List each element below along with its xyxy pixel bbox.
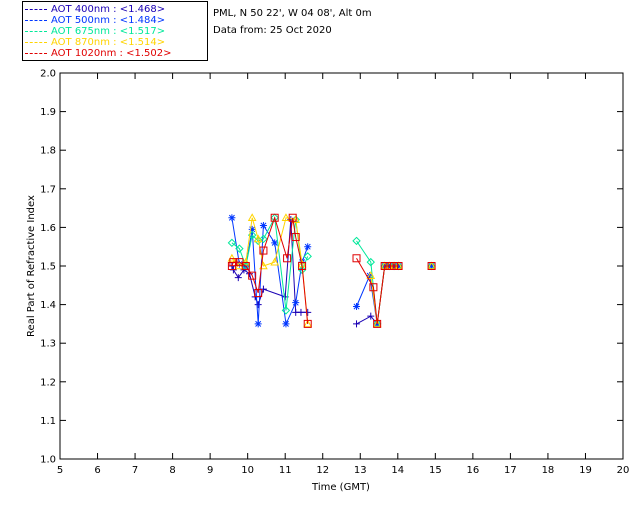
refractive-index-chart: 5 6 7 8 9 10 11 12 13 14 15 16 17 18 19 20 1.0 1.1 1.2 1.3… — [26, 69, 630, 494]
legend-label-870nm: AOT 870nm : <1.514> — [51, 37, 166, 48]
legend-line-675nm — [25, 30, 47, 32]
asterisk-marker — [254, 320, 262, 328]
x-tick-label: 14 — [391, 465, 404, 476]
legend: AOT 400nm : <1.468> AOT 500nm : <1.484> … — [22, 1, 208, 61]
series-line — [232, 218, 432, 324]
plus-marker — [234, 274, 242, 282]
x-tick-label: 13 — [354, 465, 367, 476]
x-tick-labels: 5 6 7 8 9 10 11 12 13 14 15 16 17 18 19 20 — [57, 465, 630, 476]
axis-ticks — [59, 72, 624, 460]
y-tick-label: 1.7 — [40, 184, 56, 195]
legend-line-870nm — [25, 41, 47, 43]
legend-label-400nm: AOT 400nm : <1.468> — [51, 4, 166, 15]
asterisk-marker — [228, 214, 236, 222]
y-tick-label: 1.2 — [40, 377, 56, 388]
legend-label-1020nm: AOT 1020nm : <1.502> — [51, 48, 172, 59]
series-line — [232, 218, 432, 324]
x-tick-label: 5 — [57, 465, 63, 476]
x-tick-label: 17 — [504, 465, 517, 476]
y-tick-label: 1.8 — [40, 146, 56, 157]
asterisk-marker — [304, 243, 312, 251]
y-axis-label: Real Part of Refractive Index — [26, 195, 37, 337]
plus-marker — [254, 301, 262, 309]
y-tick-label: 1.5 — [40, 262, 56, 273]
y-tick-label: 1.4 — [40, 300, 56, 311]
x-tick-label: 7 — [132, 465, 138, 476]
y-tick-label: 1.9 — [40, 107, 56, 118]
asterisk-marker — [282, 320, 290, 328]
x-tick-label: 9 — [207, 465, 213, 476]
y-tick-label: 1.6 — [40, 223, 56, 234]
date-info: Data from: 25 Oct 2020 — [213, 25, 332, 36]
x-tick-label: 8 — [169, 465, 175, 476]
series-asterisk — [228, 214, 436, 328]
y-tick-label: 1.0 — [40, 455, 56, 466]
site-info: PML, N 50 22', W 04 08', Alt 0m — [213, 8, 372, 19]
square-marker — [352, 254, 361, 263]
legend-line-400nm — [25, 8, 47, 10]
x-tick-label: 15 — [429, 465, 442, 476]
y-tick-labels: 1.0 1.1 1.2 1.3 1.4 1.5 1.6 1.7 1.8 1.9 2.0 — [40, 69, 56, 466]
x-tick-label: 11 — [279, 465, 292, 476]
legend-label-675nm: AOT 675nm : <1.517> — [51, 26, 166, 37]
legend-label-500nm: AOT 500nm : <1.484> — [51, 15, 166, 26]
x-tick-label: 6 — [94, 465, 100, 476]
x-tick-label: 16 — [466, 465, 479, 476]
x-tick-label: 18 — [542, 465, 555, 476]
series-line — [232, 218, 432, 324]
x-tick-label: 19 — [579, 465, 592, 476]
asterisk-marker — [259, 221, 267, 229]
x-tick-label: 20 — [617, 465, 630, 476]
asterisk-marker — [292, 299, 300, 307]
series-line — [232, 218, 432, 324]
plus-marker — [297, 308, 305, 316]
series-line — [232, 220, 432, 324]
x-tick-label: 10 — [241, 465, 254, 476]
x-axis-label: Time (GMT) — [311, 482, 370, 493]
legend-line-500nm — [25, 19, 47, 21]
series-plus — [228, 216, 436, 328]
y-tick-label: 2.0 — [40, 69, 56, 80]
y-tick-label: 1.3 — [40, 339, 56, 350]
legend-item-1020nm: AOT 1020nm : <1.502> — [25, 48, 171, 60]
y-tick-label: 1.1 — [40, 416, 56, 427]
x-tick-label: 12 — [316, 465, 329, 476]
plot-frame — [59, 72, 624, 460]
asterisk-marker — [353, 303, 361, 311]
plot-area — [227, 213, 436, 329]
plus-marker — [353, 320, 361, 328]
legend-line-1020nm — [25, 52, 47, 54]
plus-marker — [304, 308, 312, 316]
